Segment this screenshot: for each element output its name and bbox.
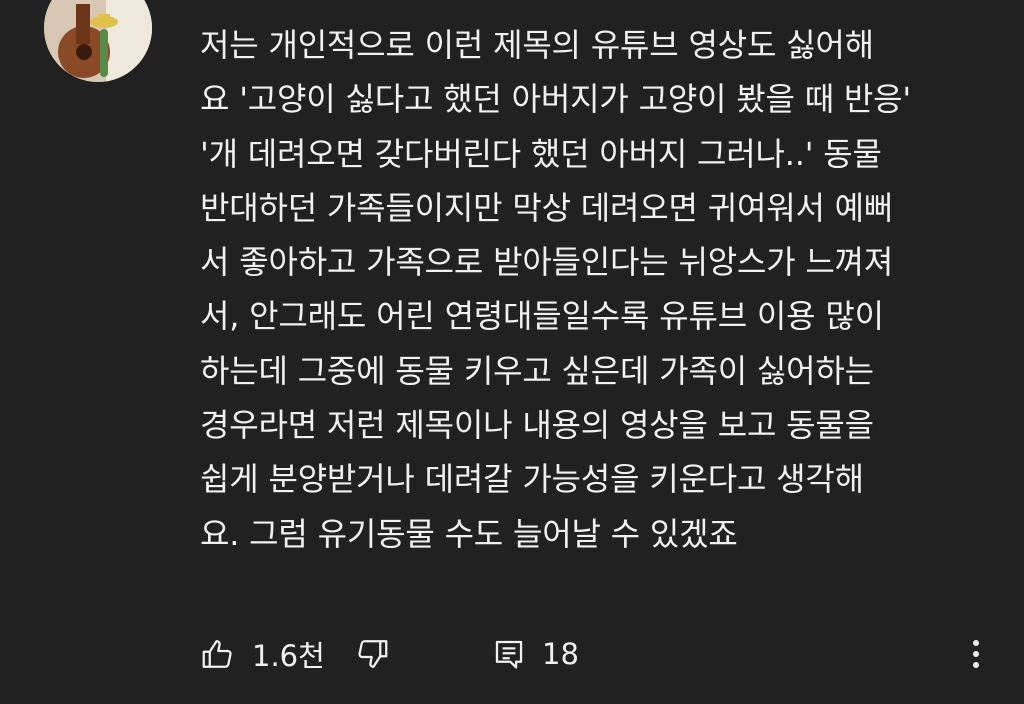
reply-count: 18 bbox=[542, 637, 579, 671]
comment-line: 요 '고양이 싫다고 했던 아버지가 고양이 봤을 때 반응' bbox=[200, 80, 912, 119]
avatar[interactable] bbox=[44, 0, 152, 82]
comment-line: 서 좋아하고 가족으로 받아들인다는 뉘앙스가 느껴져 bbox=[200, 243, 894, 282]
more-vertical-icon bbox=[973, 640, 979, 668]
comment-icon bbox=[495, 640, 523, 669]
thumbs-down-icon bbox=[358, 640, 388, 668]
comment-text: 저는 개인적으로 이런 제목의 유튜브 영상도 싫어해 요 '고양이 싫다고 했… bbox=[200, 18, 990, 561]
reply-button[interactable]: 18 bbox=[492, 626, 579, 682]
comment-line: 쉽게 분양받거나 데려갈 가능성을 키운다고 생각해 bbox=[200, 460, 864, 499]
comment-actions: 1.6천 18 bbox=[0, 626, 1024, 682]
avatar-image bbox=[44, 0, 152, 82]
more-options-button[interactable] bbox=[958, 626, 994, 682]
thumbs-up-icon bbox=[202, 640, 232, 668]
comment-line: 요. 그럼 유기동물 수도 늘어날 수 있겠죠 bbox=[200, 514, 738, 553]
dislike-button[interactable] bbox=[354, 626, 390, 682]
like-button[interactable]: 1.6천 bbox=[200, 626, 325, 682]
like-count: 1.6천 bbox=[252, 639, 325, 673]
comment-line: 저는 개인적으로 이런 제목의 유튜브 영상도 싫어해 bbox=[200, 26, 874, 64]
comment-line: 하는데 그중에 동물 키우고 싶은데 가족이 싫어하는 bbox=[200, 351, 874, 390]
comment-line: '개 데려오면 갖다버린다 했던 아버지 그러나..' 동물 bbox=[200, 134, 882, 173]
comment-line: 경우라면 저런 제목이나 내용의 영상을 보고 동물을 bbox=[200, 406, 874, 445]
comment-line: 서, 안그래도 어린 연령대들일수록 유튜브 이용 많이 bbox=[200, 297, 884, 336]
comment-line: 반대하던 가족들이지만 막상 데려오면 귀여워서 예뻐 bbox=[200, 188, 894, 227]
